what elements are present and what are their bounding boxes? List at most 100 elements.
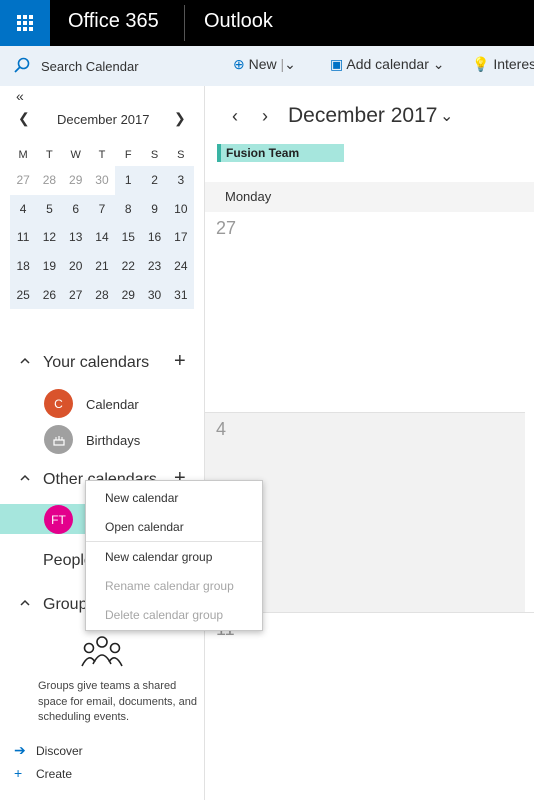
month-title[interactable]: December 2017 — [288, 104, 437, 128]
day-cell[interactable]: 27 — [62, 280, 89, 309]
weekday-label: F — [124, 149, 132, 161]
menu-item-rename-calendar-group: Rename calendar group — [105, 579, 234, 593]
day-cell[interactable]: 30 — [89, 166, 115, 195]
command-toolbar: ⊕ New |⌄ ▣ Add calendar ⌄ 💡 Interes — [205, 46, 534, 86]
context-menu: New calendar Open calendar New calendar … — [85, 480, 263, 631]
chevron-down-icon[interactable]: ⌄ — [284, 56, 296, 72]
day-cell[interactable]: 26 — [36, 280, 63, 309]
weekday-label: M — [18, 149, 28, 161]
day-cell[interactable]: 18 — [10, 251, 37, 281]
mini-calendar-nav: ❮ December 2017 ❯ — [0, 108, 205, 132]
day-cell[interactable]: 10 — [167, 194, 194, 224]
app-launcher-button[interactable] — [0, 0, 50, 46]
day-cell[interactable]: 12 — [36, 223, 63, 252]
day-cell[interactable]: 14 — [88, 223, 116, 252]
calendar-add-icon: ▣ — [330, 56, 344, 72]
day-cell[interactable]: 24 — [167, 251, 194, 281]
weekday-label: W — [70, 149, 81, 161]
day-cell[interactable]: 4 — [10, 194, 37, 224]
day-cell[interactable]: 28 — [88, 280, 116, 309]
header-divider — [184, 5, 185, 41]
brand-title[interactable]: Office 365 — [68, 10, 159, 33]
chevron-up-icon — [20, 357, 30, 364]
day-cell[interactable]: 27 — [10, 166, 36, 195]
day-header-label: Monday — [225, 189, 272, 204]
day-cell[interactable]: 9 — [141, 194, 168, 224]
mini-calendar-week: 18 19 20 21 22 23 24 — [10, 251, 194, 281]
calendar-tag[interactable]: Fusion Team — [217, 144, 344, 162]
day-cell[interactable]: 23 — [141, 251, 168, 281]
create-link[interactable]: + Create — [14, 765, 72, 781]
day-cell[interactable]: 17 — [167, 223, 194, 252]
day-cell[interactable]: 22 — [115, 251, 142, 281]
create-label: Create — [36, 767, 73, 781]
menu-item-new-calendar-group[interactable]: New calendar group — [86, 542, 262, 572]
new-label: New — [248, 56, 277, 72]
your-calendars-header[interactable]: Your calendars + — [0, 350, 205, 378]
day-cell[interactable]: 15 — [115, 223, 142, 252]
day-cell[interactable]: 20 — [62, 251, 89, 281]
add-calendar-button[interactable]: ▣ Add calendar ⌄ — [330, 56, 445, 73]
new-button[interactable]: ⊕ New |⌄ — [233, 56, 296, 73]
arrow-right-icon: ➔ — [14, 742, 26, 758]
day-cell[interactable]: 7 — [88, 194, 116, 224]
day-cell[interactable]: 1 — [115, 166, 142, 195]
day-cell[interactable]: 11 — [10, 223, 37, 252]
lightbulb-icon: 💡 — [472, 56, 490, 72]
mini-prev-month-icon[interactable]: ❮ — [18, 110, 30, 127]
next-month-icon[interactable]: › — [262, 106, 268, 127]
day-cell[interactable]: 5 — [36, 194, 63, 224]
groups-description: Groups give teams a shared space for ema… — [38, 680, 197, 723]
prev-month-icon[interactable]: ‹ — [232, 106, 238, 127]
interesting-calendars-button[interactable]: 💡 Interes — [472, 56, 534, 73]
day-cell[interactable]: 2 — [141, 166, 168, 195]
calendar-main: ‹ › December 2017 ⌄ Fusion Team Monday 2… — [205, 86, 534, 800]
weekday-label: T — [98, 149, 106, 161]
day-cell[interactable]: 6 — [62, 194, 89, 224]
day-cell[interactable]: 16 — [141, 223, 168, 252]
day-cell[interactable]: 28 — [36, 166, 62, 195]
add-calendar-label: Add calendar — [346, 56, 429, 72]
day-cell[interactable]: 19 — [36, 251, 63, 281]
groups-people-icon — [81, 636, 123, 667]
add-calendar-plus-icon[interactable]: + — [174, 350, 186, 373]
week-row[interactable]: 27 — [205, 212, 534, 412]
chevron-down-icon[interactable]: ⌄ — [440, 106, 453, 126]
interesting-label: Interes — [493, 56, 534, 72]
calendar-item-calendar[interactable]: C Calendar — [0, 387, 205, 421]
menu-item-new-calendar[interactable]: New calendar — [86, 483, 262, 513]
day-header: Monday — [205, 182, 534, 212]
calendar-avatar: C — [44, 389, 73, 418]
weekday-label: S — [150, 149, 159, 161]
mini-calendar-week: 27 28 29 30 1 2 3 — [10, 166, 194, 195]
plus-circle-icon: ⊕ — [233, 56, 245, 72]
mini-calendar-month[interactable]: December 2017 — [57, 112, 150, 127]
day-cell[interactable]: 3 — [167, 166, 194, 195]
mini-calendar-week: 25 26 27 28 29 30 31 — [10, 280, 194, 309]
mini-calendar-week: 11 12 13 14 15 16 17 — [10, 223, 194, 252]
menu-item-open-calendar[interactable]: Open calendar — [86, 512, 262, 542]
day-cell[interactable]: 31 — [167, 280, 194, 309]
search-box[interactable]: Search Calendar — [0, 46, 205, 86]
day-cell[interactable]: 13 — [62, 223, 89, 252]
plus-icon: + — [14, 765, 23, 781]
mini-next-month-icon[interactable]: ❯ — [174, 110, 186, 127]
day-cell[interactable]: 8 — [115, 194, 142, 224]
calendar-item-birthdays[interactable]: Birthdays — [0, 423, 205, 457]
day-cell[interactable]: 29 — [115, 280, 142, 309]
chevron-down-icon: ⌄ — [432, 56, 445, 72]
week-row[interactable]: 11 — [205, 612, 534, 800]
top-bar: Office 365 Outlook — [0, 0, 534, 46]
app-title[interactable]: Outlook — [204, 10, 273, 33]
weekday-label: S — [177, 149, 185, 161]
discover-link[interactable]: ➔ Discover — [14, 742, 83, 759]
day-cell[interactable]: 21 — [88, 251, 116, 281]
mini-calendar: M T W T F S S 27 28 29 30 1 2 3 4 5 6 7 … — [10, 144, 194, 309]
day-cell[interactable]: 30 — [141, 280, 168, 309]
day-cell[interactable]: 25 — [10, 280, 37, 309]
mini-calendar-weekdays: M T W T F S S — [10, 144, 194, 166]
chevron-up-icon — [20, 599, 30, 606]
calendar-item-label: Calendar — [86, 397, 139, 412]
day-cell[interactable]: 29 — [63, 166, 89, 195]
collapse-pane-icon[interactable]: « — [16, 88, 24, 104]
